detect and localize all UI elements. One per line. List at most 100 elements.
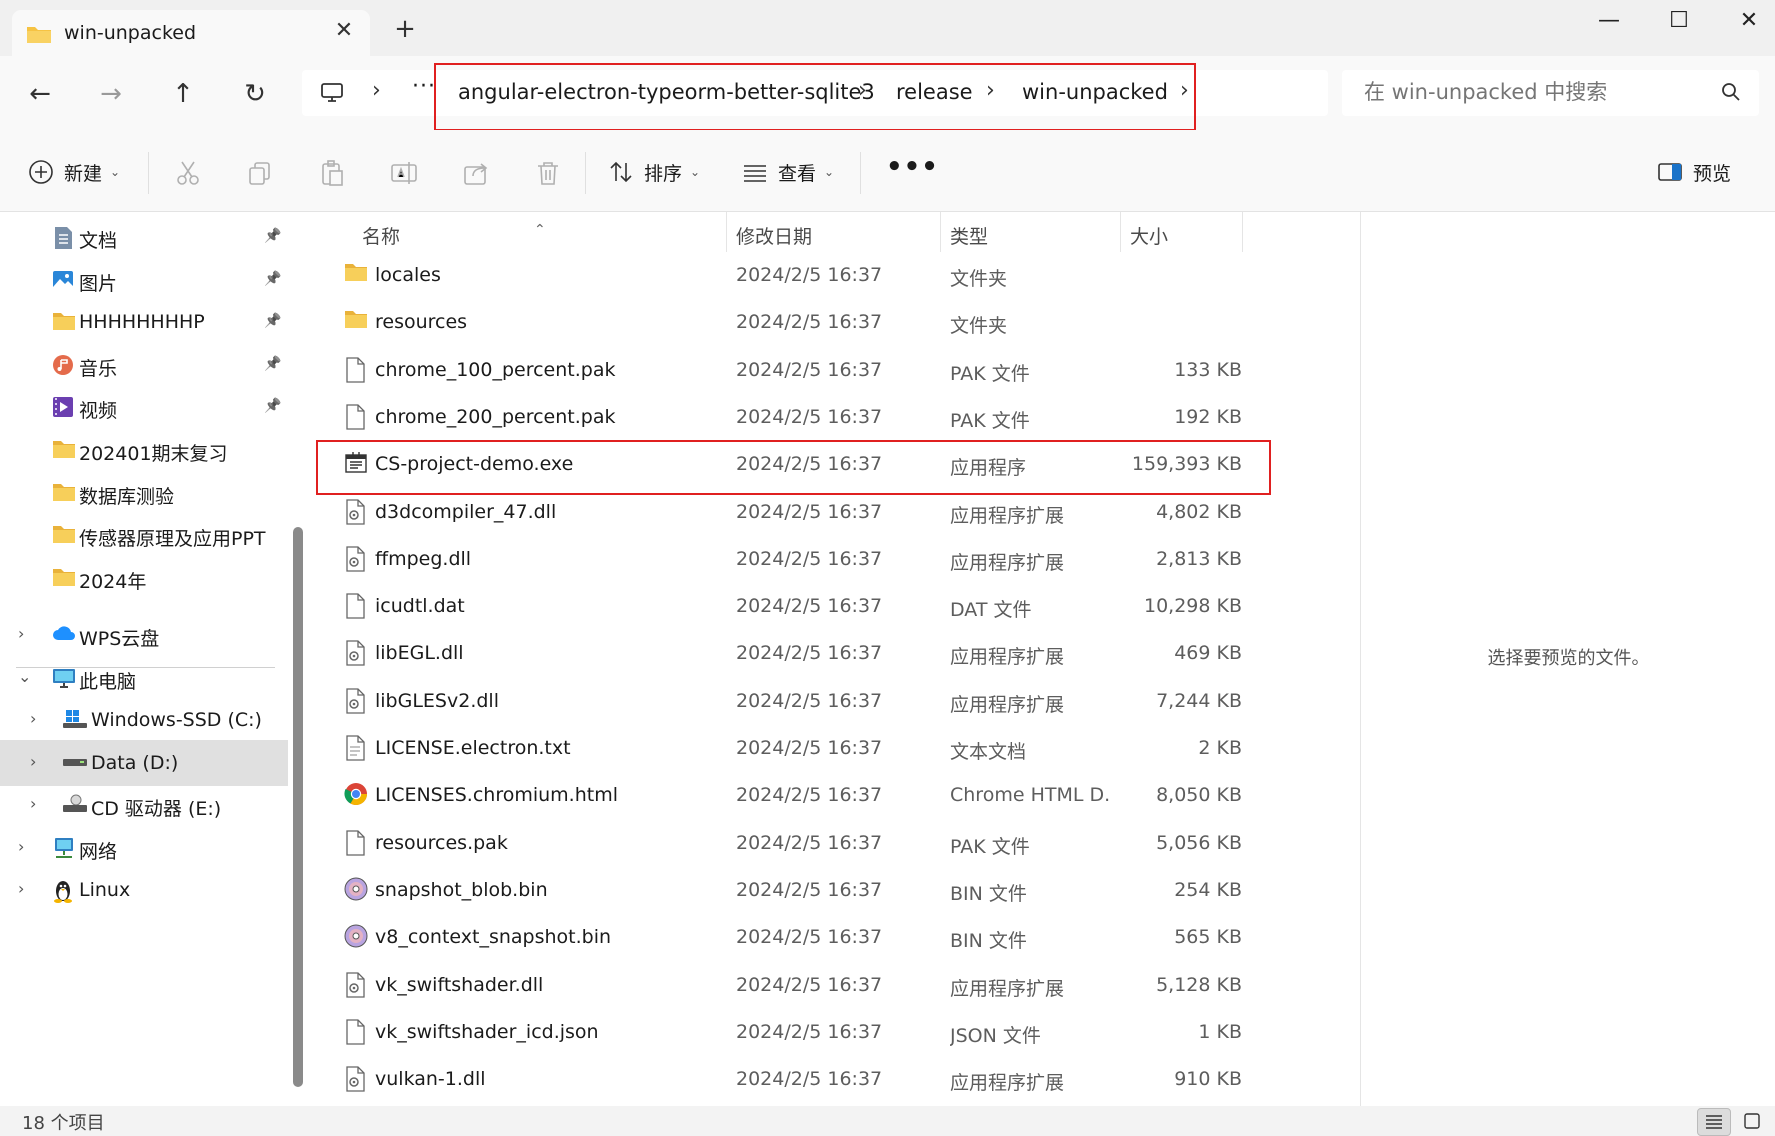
file-date: 2024/2/5 16:37 bbox=[736, 784, 883, 807]
expand-chevron-icon[interactable]: › bbox=[30, 709, 36, 728]
column-header-type[interactable]: 类型 bbox=[950, 222, 988, 249]
pin-icon[interactable]: 📌 bbox=[264, 228, 281, 244]
maximize-button[interactable]: ☐ bbox=[1656, 8, 1702, 33]
share-icon[interactable] bbox=[461, 158, 491, 188]
exe-highlight-box bbox=[316, 440, 1271, 495]
folder-icon bbox=[52, 482, 75, 504]
file-row[interactable]: locales 2024/2/5 16:37 文件夹 bbox=[312, 252, 1359, 299]
paste-icon[interactable] bbox=[317, 158, 347, 188]
file-name: LICENSES.chromium.html bbox=[375, 784, 619, 807]
details-view-button[interactable] bbox=[1697, 1108, 1731, 1136]
column-header-date[interactable]: 修改日期 bbox=[736, 222, 812, 249]
document-icon bbox=[52, 226, 74, 249]
more-crumbs-button[interactable]: ··· bbox=[412, 74, 436, 99]
rename-icon[interactable] bbox=[389, 158, 419, 188]
file-row[interactable]: ffmpeg.dll 2024/2/5 16:37 应用程序扩展 2,813 KB bbox=[312, 536, 1359, 583]
file-row[interactable]: icudtl.dat 2024/2/5 16:37 DAT 文件 10,298 KB bbox=[312, 583, 1359, 630]
file-row[interactable]: vulkan-1.dll 2024/2/5 16:37 应用程序扩展 910 KB bbox=[312, 1056, 1359, 1103]
sidebar-item[interactable]: 视频 📌 bbox=[0, 384, 288, 430]
tab-win-unpacked[interactable]: win-unpacked ✕ bbox=[12, 10, 370, 56]
expand-chevron-icon[interactable]: ⌄ bbox=[18, 667, 31, 686]
sidebar-tree-item[interactable]: › Windows-SSD (C:) bbox=[0, 697, 288, 743]
delete-icon[interactable] bbox=[533, 158, 563, 188]
forward-button[interactable]: → bbox=[93, 76, 129, 112]
pin-icon[interactable]: 📌 bbox=[264, 356, 281, 372]
sidebar-scrollbar[interactable] bbox=[293, 527, 303, 1087]
sidebar-tree-item[interactable]: › WPS云盘 bbox=[0, 612, 288, 658]
file-row[interactable]: d3dcompiler_47.dll 2024/2/5 16:37 应用程序扩展 4,… bbox=[312, 489, 1359, 536]
sidebar-item[interactable]: 数据库测验 bbox=[0, 470, 288, 516]
expand-chevron-icon[interactable]: › bbox=[18, 837, 24, 856]
file-size: 1 KB bbox=[1198, 1020, 1242, 1043]
file-size: 2,813 KB bbox=[1156, 547, 1242, 570]
command-bar: 新建 ⌄ 排序 ⌄ 查看 ⌄ ••• 预览 bbox=[0, 130, 1775, 212]
view-button[interactable]: 查看 ⌄ bbox=[742, 156, 834, 188]
computer-icon bbox=[52, 667, 75, 689]
sidebar-tree-item[interactable]: › Data (D:) bbox=[0, 739, 288, 786]
expand-chevron-icon[interactable]: › bbox=[30, 752, 36, 771]
sidebar-item[interactable]: 202401期末复习 bbox=[0, 427, 288, 473]
sidebar-tree-item[interactable]: › Linux bbox=[0, 867, 288, 913]
file-row[interactable]: resources.pak 2024/2/5 16:37 PAK 文件 5,056 K… bbox=[312, 820, 1359, 867]
folder-icon bbox=[52, 567, 75, 589]
file-icon bbox=[344, 829, 368, 856]
file-row[interactable]: chrome_200_percent.pak 2024/2/5 16:37 PAK … bbox=[312, 394, 1359, 441]
pin-icon[interactable]: 📌 bbox=[264, 271, 281, 287]
pin-icon[interactable]: 📌 bbox=[264, 398, 281, 414]
sidebar-item[interactable]: 2024年 bbox=[0, 555, 288, 601]
chevron-right-icon[interactable]: › bbox=[372, 78, 381, 103]
sidebar-tree-item[interactable]: › CD 驱动器 (E:) bbox=[0, 782, 288, 828]
sort-button[interactable]: 排序 ⌄ bbox=[608, 156, 700, 188]
copy-icon[interactable] bbox=[245, 158, 275, 188]
file-row[interactable]: libEGL.dll 2024/2/5 16:37 应用程序扩展 469 KB bbox=[312, 630, 1359, 677]
more-options-button[interactable]: ••• bbox=[886, 152, 939, 182]
file-row[interactable]: vk_swiftshader.dll 2024/2/5 16:37 应用程序扩展 5,… bbox=[312, 962, 1359, 1009]
column-divider[interactable] bbox=[940, 212, 941, 252]
back-button[interactable]: ← bbox=[22, 76, 58, 112]
file-icon bbox=[344, 404, 368, 430]
column-divider[interactable] bbox=[1120, 212, 1121, 252]
up-button[interactable]: ↑ bbox=[165, 76, 201, 112]
file-row[interactable]: snapshot_blob.bin 2024/2/5 16:37 BIN 文件 254… bbox=[312, 867, 1359, 914]
sidebar-item-label: 文档 bbox=[79, 230, 118, 252]
cut-icon[interactable] bbox=[173, 158, 203, 188]
file-row[interactable]: LICENSE.electron.txt 2024/2/5 16:37 文本文档 2 … bbox=[312, 725, 1359, 772]
sidebar-item[interactable]: 图片 📌 bbox=[0, 257, 288, 303]
sidebar-tree-item[interactable]: › 网络 bbox=[0, 825, 288, 871]
sidebar-tree-item[interactable]: ⌄ 此电脑 bbox=[0, 655, 288, 701]
expand-chevron-icon[interactable]: › bbox=[18, 624, 24, 643]
close-window-button[interactable]: ✕ bbox=[1726, 8, 1772, 33]
computer-icon[interactable] bbox=[320, 82, 344, 104]
column-divider[interactable] bbox=[726, 212, 727, 252]
column-divider[interactable] bbox=[1242, 212, 1243, 252]
expand-chevron-icon[interactable]: › bbox=[18, 879, 24, 898]
search-box[interactable] bbox=[1342, 70, 1759, 116]
tiles-view-button[interactable] bbox=[1736, 1108, 1770, 1136]
refresh-button[interactable]: ↻ bbox=[237, 76, 273, 112]
sidebar-item[interactable]: HHHHHHHHP 📌 bbox=[0, 299, 288, 345]
file-row[interactable]: libGLESv2.dll 2024/2/5 16:37 应用程序扩展 7,244 K… bbox=[312, 678, 1359, 725]
file-type: 文件夹 bbox=[950, 268, 1008, 290]
file-row[interactable]: chrome_100_percent.pak 2024/2/5 16:37 PAK … bbox=[312, 347, 1359, 394]
close-tab-icon[interactable]: ✕ bbox=[330, 18, 358, 43]
search-icon[interactable] bbox=[1721, 82, 1741, 102]
file-row[interactable]: resources 2024/2/5 16:37 文件夹 bbox=[312, 299, 1359, 346]
column-header-size[interactable]: 大小 bbox=[1130, 222, 1168, 249]
sidebar-item[interactable]: 音乐 📌 bbox=[0, 342, 288, 388]
expand-chevron-icon[interactable]: › bbox=[30, 794, 36, 813]
pin-icon[interactable]: 📌 bbox=[264, 313, 281, 329]
file-row[interactable]: v8_context_snapshot.bin 2024/2/5 16:37 BIN… bbox=[312, 914, 1359, 961]
sidebar-item[interactable]: 文档 📌 bbox=[0, 214, 288, 260]
new-tab-button[interactable]: + bbox=[392, 16, 418, 42]
file-row[interactable]: LICENSES.chromium.html 2024/2/5 16:37 Chro… bbox=[312, 772, 1359, 819]
details-view-icon bbox=[1706, 1115, 1722, 1129]
sidebar-item[interactable]: 传感器原理及应用PPT bbox=[0, 512, 288, 558]
minimize-button[interactable]: — bbox=[1586, 8, 1632, 33]
search-input[interactable] bbox=[1364, 80, 1704, 104]
status-bar: 18 个项目 bbox=[0, 1106, 1775, 1136]
column-header-name[interactable]: 名称 bbox=[362, 222, 400, 249]
file-row[interactable]: vk_swiftshader_icd.json 2024/2/5 16:37 JSO… bbox=[312, 1009, 1359, 1056]
preview-pane-button[interactable]: 预览 bbox=[1657, 156, 1731, 188]
sidebar-item-label: 202401期末复习 bbox=[79, 443, 228, 465]
new-button[interactable]: 新建 ⌄ bbox=[28, 156, 120, 188]
